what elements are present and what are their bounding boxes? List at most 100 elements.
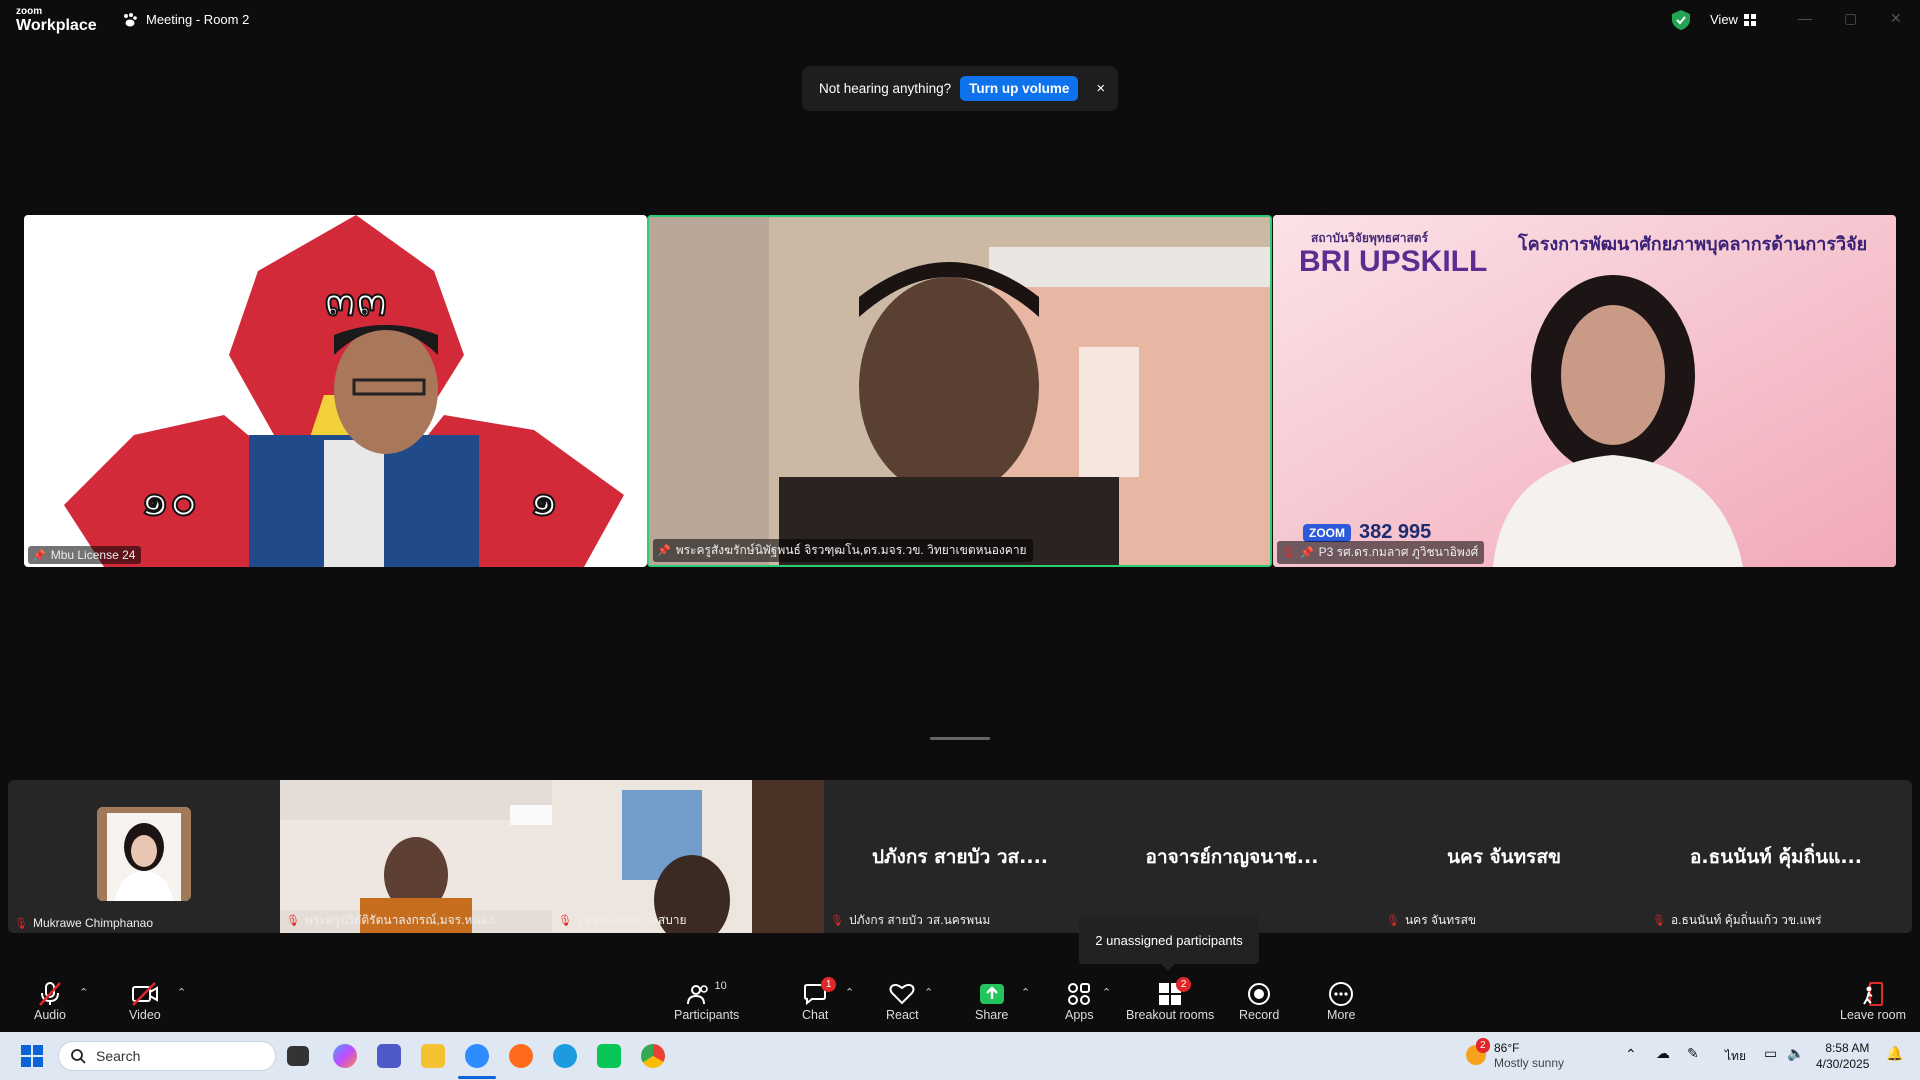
leave-icon <box>1863 982 1883 1006</box>
zoom-logo: zoom Workplace <box>16 7 97 34</box>
participant-tile-5[interactable]: อาจารย์กาญจนาช... <box>1096 780 1368 933</box>
tray-overflow-icon[interactable]: ⌃ <box>1625 1046 1637 1063</box>
volume-icon[interactable]: 🔈 <box>1787 1045 1804 1062</box>
meeting-title[interactable]: Meeting - Room 2 <box>122 12 249 27</box>
record-button[interactable]: Record <box>1239 980 1279 1022</box>
more-button[interactable]: More <box>1327 980 1355 1022</box>
notification-bell-icon[interactable]: 🔔 <box>1886 1045 1903 1062</box>
participant-display-name: อ.ธนนันท์ คุ้มถิ่นแ... <box>1690 846 1862 868</box>
more-label: More <box>1327 1008 1356 1022</box>
tile-name: พระครูสังฆรักษ์นิพัฐพนธ์ จิรวฑฺฒโน,ดร.มจ… <box>675 543 1027 557</box>
file-explorer-icon[interactable] <box>421 1044 445 1068</box>
close-window-icon[interactable]: ✕ <box>1890 10 1902 27</box>
teams-icon[interactable] <box>377 1044 401 1068</box>
emblem-numeral-left: ๑๐ <box>140 472 197 526</box>
video-tile-3[interactable]: สถาบันวิจัยพุทธศาสตร์ BRI UPSKILL โครงกา… <box>1273 215 1896 567</box>
share-icon <box>979 984 1004 1004</box>
participant-tile-4[interactable]: ปภังกร สายบัว วส.... 🎙 ปภังกร สายบัว วส.น… <box>824 780 1096 933</box>
audio-button[interactable]: Audio <box>34 980 66 1022</box>
audio-options-caret-icon[interactable]: ⌃ <box>79 986 88 999</box>
firefox-icon[interactable] <box>509 1044 533 1068</box>
share-button[interactable]: Share <box>975 980 1008 1022</box>
maximize-icon[interactable]: ▢ <box>1844 10 1857 27</box>
participants-button[interactable]: 10 Participants <box>674 980 739 1022</box>
react-label: React <box>886 1008 919 1022</box>
participant-label: 🎙 ปภังกร สายบัว วส.นครพนม <box>830 911 990 930</box>
resize-handle[interactable] <box>930 737 990 740</box>
network-icon[interactable]: ▭ <box>1764 1045 1777 1062</box>
zoom-app-icon[interactable] <box>465 1044 489 1068</box>
mic-off-icon: 🎙 <box>830 915 844 927</box>
edge-icon[interactable] <box>553 1044 577 1068</box>
participant-display-name: ปภังกร สายบัว วส.... <box>871 846 1049 868</box>
notice-text: Not hearing anything? <box>819 81 952 96</box>
participant-display-name: อาจารย์กาญจนาช... <box>1145 846 1319 868</box>
avatar <box>97 807 191 901</box>
line-app-icon[interactable] <box>597 1044 621 1068</box>
emblem-numeral-right: ๑ <box>529 472 558 526</box>
task-view-icon[interactable] <box>287 1046 309 1066</box>
video-options-caret-icon[interactable]: ⌃ <box>177 986 186 999</box>
participant-name: อ.ธนนันท์ คุ้มถิ่นแก้ว วข.แพร่ <box>1670 913 1822 927</box>
tile-name-label: 📌 Mbu License 24 <box>28 546 142 564</box>
meeting-title-text: Meeting - Room 2 <box>146 12 250 27</box>
record-icon <box>1248 983 1271 1005</box>
view-button[interactable]: View <box>1710 12 1756 27</box>
tile-name-label: 📌 พระครูสังฆรักษ์นิพัฐพนธ์ จิรวฑฺฒโน,ดร.ม… <box>653 539 1033 562</box>
more-icon <box>1329 982 1354 1006</box>
share-options-caret-icon[interactable]: ⌃ <box>1021 986 1030 999</box>
apps-button[interactable]: Apps <box>1065 980 1094 1022</box>
participant-tile-6[interactable]: นคร จันทรสข 🎙 นคร จันทรสข <box>1368 780 1640 933</box>
breakout-rooms-button[interactable]: 2 Breakout rooms <box>1126 977 1214 1022</box>
video-tile-2[interactable]: 📌 พระครูสังฆรักษ์นิพัฐพนธ์ จิรวฑฺฒโน,ดร.ม… <box>647 215 1272 567</box>
input-indicator-icon[interactable]: ✎ <box>1687 1045 1699 1062</box>
chat-options-caret-icon[interactable]: ⌃ <box>845 986 854 999</box>
react-options-caret-icon[interactable]: ⌃ <box>924 986 933 999</box>
participants-count: 10 <box>714 980 727 992</box>
participant-display-name: นคร จันทรสข <box>1447 846 1561 868</box>
turn-up-volume-button[interactable]: Turn up volume <box>960 76 1079 101</box>
close-notice-icon[interactable]: × <box>1096 80 1105 97</box>
temperature: 86°F <box>1494 1041 1520 1055</box>
breakout-badge: 2 <box>1176 977 1192 992</box>
shield-check-icon[interactable] <box>1672 10 1690 30</box>
leave-room-button[interactable]: Leave room <box>1840 980 1906 1022</box>
participant-tile-7[interactable]: อ.ธนนันท์ คุ้มถิ่นแ... 🎙 อ.ธนนันท์ คุ้มถิ… <box>1640 780 1912 933</box>
tile-name-label: 🎙 📌 P3 รศ.ดร.กมลาศ ภูวิชนาอิพงศ์ <box>1277 541 1485 564</box>
language-indicator[interactable]: ไทย <box>1725 1047 1746 1066</box>
mic-off-icon: 🎙 <box>558 915 572 927</box>
minimize-icon[interactable]: — <box>1798 10 1812 26</box>
breakout-tooltip: 2 unassigned participants <box>1079 916 1259 971</box>
slide-headline: โครงการพัฒนาศักยภาพบุคลากรด้านการวิจัย <box>1518 234 1868 255</box>
weather-widget[interactable]: 2 86°F Mostly sunny <box>1466 1038 1565 1071</box>
weather-condition: Mostly sunny <box>1494 1056 1565 1070</box>
video-tile-1[interactable]: ๓๓ ๑๐ ๑ 📌 Mbu License 24 <box>24 215 647 567</box>
emblem-graphic: ๓๓ ๑๐ ๑ <box>64 215 624 567</box>
react-button[interactable]: React <box>886 980 919 1022</box>
chat-button[interactable]: 1 Chat <box>802 977 837 1022</box>
active-app-indicator <box>458 1076 496 1079</box>
participant-name: 29 ดร.สดพล ใจสบาย <box>576 913 687 927</box>
pin-icon: 📌 <box>657 545 671 557</box>
participants-icon <box>686 985 708 1005</box>
video-button[interactable]: Video <box>129 980 161 1022</box>
chat-label: Chat <box>802 1008 829 1022</box>
audio-notice: Not hearing anything? Turn up volume × <box>802 66 1118 111</box>
share-label: Share <box>975 1008 1009 1022</box>
pin-icon: 📌 <box>1299 547 1314 559</box>
windows-start-icon[interactable] <box>21 1045 43 1067</box>
participant-tile-2[interactable]: 🎙 พระครูปริยัติรัตนาลงกรณ์,มจร.หนอง... <box>280 780 552 933</box>
copilot-icon[interactable] <box>333 1044 357 1068</box>
zoom-tag: ZOOM <box>1303 523 1351 542</box>
view-label: View <box>1710 12 1738 27</box>
participant-tile-3[interactable]: 🎙 29 ดร.สดพล ใจสบาย <box>552 780 824 933</box>
emblem-numeral-top: ๓๓ <box>325 272 388 326</box>
chrome-icon[interactable] <box>641 1044 665 1068</box>
taskbar-search[interactable]: Search <box>58 1041 276 1071</box>
apps-options-caret-icon[interactable]: ⌃ <box>1102 986 1111 999</box>
system-clock[interactable]: 8:58 AM 4/30/2025 <box>1816 1040 1869 1072</box>
cloud-icon[interactable]: ☁ <box>1656 1045 1670 1062</box>
participant-tile-1[interactable]: 🎙 Mukrawe Chimphanao <box>8 780 280 933</box>
leave-label: Leave room <box>1840 1008 1907 1022</box>
clock-date: 4/30/2025 <box>1816 1057 1870 1071</box>
